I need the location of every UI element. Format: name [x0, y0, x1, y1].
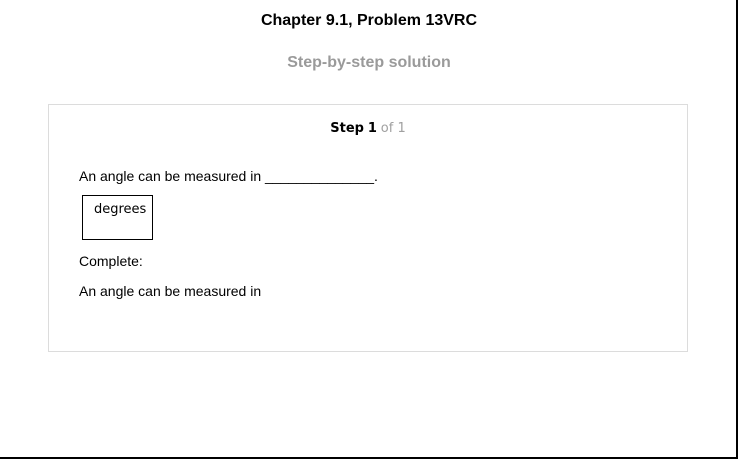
answer-box: degrees	[82, 195, 153, 240]
complete-label: Complete:	[79, 253, 143, 269]
step-label: Step	[330, 121, 364, 136]
page-title: Chapter 9.1, Problem 13VRC	[260, 12, 478, 29]
answer-text: degrees	[94, 202, 147, 217]
step-number: 1	[367, 121, 377, 136]
step-of-total: of 1	[380, 121, 406, 136]
question-text: An angle can be measured in ____________…	[79, 168, 378, 184]
completed-sentence: An angle can be measured in	[79, 283, 262, 299]
page-subtitle: Step-by-step solution	[287, 54, 451, 71]
solution-card: Step 1 of 1 An angle can be measured in …	[48, 104, 688, 352]
step-header: Step 1 of 1	[49, 119, 687, 136]
